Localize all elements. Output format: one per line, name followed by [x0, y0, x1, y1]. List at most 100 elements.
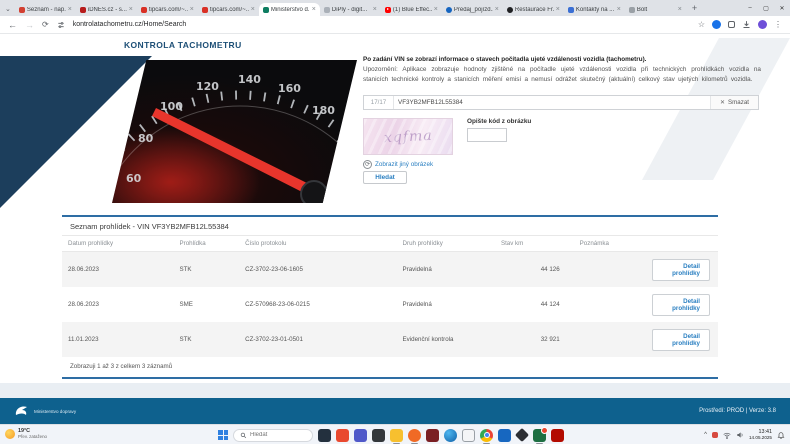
tab-close-icon[interactable]: × [434, 6, 438, 13]
results-section: Seznam prohlídek - VIN VF3YB2MFB12L55384… [62, 215, 718, 379]
notification-bell-icon[interactable] [777, 426, 785, 444]
svg-text:120: 120 [196, 80, 219, 93]
menu-icon[interactable]: ⋮ [774, 20, 782, 29]
start-button[interactable] [218, 430, 228, 440]
captcha-image: xqfma [363, 118, 453, 155]
weather-sun-icon [5, 428, 15, 439]
tab-close-icon[interactable]: × [251, 6, 255, 13]
close-button[interactable]: ✕ [774, 5, 790, 12]
site-info-icon[interactable] [57, 16, 65, 34]
tab-favicon [506, 6, 513, 13]
table-row: 28.06.2023 STK CZ-3702-23-06-1605 Pravid… [62, 251, 718, 287]
taskbar-app-teams-icon[interactable] [354, 428, 367, 442]
browser-tab[interactable]: Restaurace Fr... × [503, 3, 564, 16]
tab-label: tipcars.com/~... [148, 6, 188, 13]
wifi-icon[interactable] [723, 426, 731, 444]
taskbar-app-icon-2[interactable] [336, 428, 349, 442]
detail-button[interactable]: Detail prohlídky [651, 258, 710, 281]
search-button[interactable]: Hledat [363, 171, 407, 184]
browser-tab[interactable]: (1) Blue Effec... × [381, 3, 442, 16]
tab-favicon [323, 6, 330, 13]
intro-text: Upozornění: Aplikace zobrazuje hodnoty z… [363, 66, 761, 84]
detail-button[interactable]: Detail prohlídky [651, 293, 710, 316]
tab-close-icon[interactable]: × [312, 6, 316, 13]
maximize-button[interactable]: ▢ [758, 5, 774, 12]
svg-text:180: 180 [312, 104, 335, 117]
bookmark-star-icon[interactable]: ☆ [698, 20, 705, 29]
minimize-button[interactable]: – [742, 5, 758, 11]
page-title: KONTROLA TACHOMETRU [118, 38, 248, 53]
close-icon: ✕ [719, 100, 726, 106]
refresh-captcha-link[interactable]: ⟳ Zobrazit jiný obrázek [363, 160, 433, 169]
tab-close-icon[interactable]: × [556, 6, 560, 13]
taskbar-search-input[interactable] [250, 432, 305, 438]
browser-tab[interactable]: Predaj_pojízd... × [442, 3, 503, 16]
taskbar-app-icon-11[interactable] [498, 428, 511, 442]
captcha-input[interactable] [467, 128, 507, 142]
forward-button[interactable]: → [25, 20, 34, 30]
tab-favicon [628, 6, 635, 13]
taskbar-app-edge-icon[interactable] [444, 428, 457, 442]
taskbar-apps [318, 426, 564, 444]
detail-button[interactable]: Detail prohlídky [651, 328, 710, 351]
svg-text:100: 100 [160, 100, 183, 113]
taskbar-app-icon-9[interactable] [462, 428, 475, 442]
taskbar-app-acrobat-icon[interactable] [551, 428, 564, 442]
tab-close-icon[interactable]: × [373, 6, 377, 13]
tab-label: Kontakty na ... [575, 6, 615, 13]
extension-icon[interactable] [712, 20, 721, 29]
taskbar-clock[interactable]: 13:41 14.05.2025 [749, 429, 772, 441]
taskbar-app-chrome-icon[interactable] [480, 428, 493, 444]
new-tab-button[interactable]: + [692, 3, 697, 13]
taskbar-search[interactable] [233, 428, 313, 442]
profile-avatar[interactable] [758, 20, 767, 29]
reload-button[interactable]: ⟳ [42, 20, 49, 29]
tab-search-caret-icon[interactable]: ⌄ [5, 5, 11, 13]
environment-version-text: Prostředí: PROD | Verze: 3.8 [699, 408, 776, 414]
tab-close-icon[interactable]: × [190, 6, 194, 13]
browser-tab[interactable]: Bolt × [625, 3, 686, 16]
taskbar-app-icon-12[interactable] [514, 427, 530, 443]
column-header: Poznámka [573, 235, 646, 252]
browser-tab[interactable]: DiPly - digit... × [320, 3, 381, 16]
address-bar[interactable]: kontrolatachometru.cz/Home/Search [73, 21, 187, 28]
browser-tab-active[interactable]: Ministerstvo d... × [258, 3, 320, 16]
tab-close-icon[interactable]: × [129, 6, 133, 13]
vin-input[interactable] [394, 96, 710, 109]
tray-app-icon[interactable] [712, 432, 718, 438]
tab-close-icon[interactable]: × [495, 6, 499, 13]
taskbar-app-excel-icon[interactable] [533, 426, 548, 444]
protocol-cell: CZ-570968-23-06-0215 [245, 301, 310, 308]
clear-button[interactable]: ✕ Smazat [710, 96, 758, 109]
tab-close-icon[interactable]: × [617, 6, 621, 13]
captcha-text: xqfma [383, 127, 433, 146]
back-button[interactable]: ← [8, 20, 17, 30]
note-cell [574, 322, 646, 357]
svg-text:140: 140 [238, 73, 261, 86]
captcha-label: Opište kód z obrázku [467, 118, 532, 125]
tab-label: Bolt [636, 6, 648, 13]
browser-tab[interactable]: iDNES.cz - s... × [76, 3, 137, 16]
volume-icon[interactable] [736, 426, 744, 444]
taskbar-app-icon-6[interactable] [408, 428, 421, 444]
tab-label: iDNES.cz - s... [87, 6, 127, 13]
tab-close-icon[interactable]: × [678, 6, 682, 13]
tab-label: tipcars.com/~... [209, 6, 249, 13]
extensions-puzzle-icon[interactable] [728, 21, 735, 28]
tray-caret-icon[interactable]: ^ [704, 432, 707, 438]
browser-tab[interactable]: tipcars.com/~... × [198, 3, 259, 16]
taskbar-app-icon-4[interactable] [372, 428, 385, 442]
tab-strip: ⌄ Seznam - nap... × iDNES.cz - s... × tipc… [0, 0, 790, 16]
browser-tab[interactable]: Kontakty na ... × [564, 3, 625, 16]
download-icon[interactable] [742, 16, 751, 34]
browser-tab[interactable]: Seznam - nap... × [15, 3, 76, 16]
browser-tab[interactable]: tipcars.com/~... × [137, 3, 198, 16]
svg-text:60: 60 [126, 172, 142, 185]
tab-favicon [262, 6, 269, 13]
column-header: Druh prohlídky [396, 235, 495, 252]
weather-widget[interactable]: 19°C Přev. zataženo [5, 428, 47, 439]
tab-close-icon[interactable]: × [68, 6, 72, 13]
taskbar-app-files-icon[interactable] [390, 428, 403, 444]
taskbar-app-icon-1[interactable] [318, 428, 331, 442]
taskbar-app-icon-7[interactable] [426, 428, 439, 442]
